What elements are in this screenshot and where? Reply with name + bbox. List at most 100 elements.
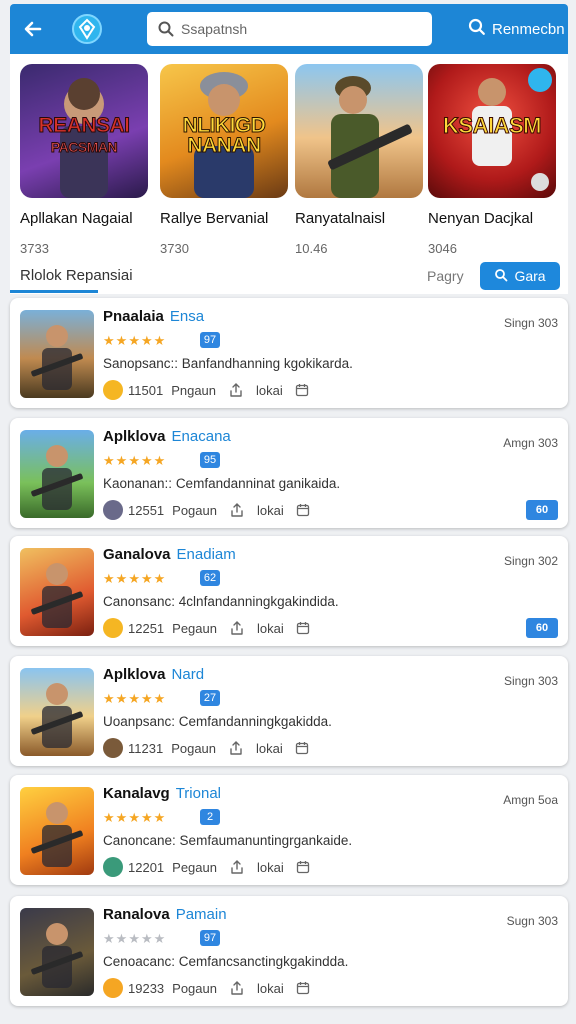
featured-count: 3733	[20, 241, 49, 256]
app-description: Canonsanc: 4clnfandanningkgakindida.	[103, 594, 339, 609]
app-subtitle: Pamain	[175, 906, 227, 923]
star-icon: ★	[115, 333, 129, 348]
star-icon: ★	[153, 453, 167, 468]
featured-card[interactable]: Ranyatalnaisl 10.46	[295, 64, 423, 256]
star-icon: ★	[128, 571, 141, 586]
star-rating: ★★★★★	[103, 333, 166, 349]
calendar-icon[interactable]	[296, 621, 310, 635]
calendar-icon[interactable]	[296, 503, 310, 517]
search-button[interactable]: Renmecbn	[468, 14, 565, 44]
app-meta: 12251 Pegaun lokai	[103, 618, 310, 638]
star-icon: ★	[103, 453, 116, 468]
gara-button[interactable]: Gara	[480, 262, 560, 290]
calendar-icon[interactable]	[295, 383, 309, 397]
featured-card[interactable]: NLIKIGD NANAN Rallye Bervanial 3730	[160, 64, 288, 256]
app-subtitle: Enadiam	[176, 546, 236, 563]
app-title-row: Kanalavg Trional	[103, 785, 221, 802]
star-icon: ★	[153, 571, 167, 586]
gara-button-label: Gara	[514, 268, 546, 284]
app-title: Pnaalaia	[103, 308, 164, 325]
featured-art-text: REANSAI PACSMAN	[38, 114, 131, 156]
featured-count: 3046	[428, 241, 457, 256]
app-side-label: Sugn 303	[506, 914, 558, 928]
star-icon: ★	[103, 931, 116, 946]
search-box[interactable]	[147, 12, 432, 46]
featured-card[interactable]: REANSAI PACSMAN Apllakan Nagaial 3733	[20, 64, 148, 256]
star-icon: ★	[153, 691, 167, 706]
share-icon[interactable]	[229, 502, 245, 518]
app-list-item[interactable]: Kanalavg Trional ★★★★★ 2 Canoncane: Semfa…	[10, 775, 568, 885]
app-label-2: lokai	[256, 382, 283, 398]
app-meta: 11501 Pngaun lokai	[103, 380, 309, 400]
share-icon[interactable]	[228, 740, 244, 756]
app-thumbnail	[20, 548, 94, 636]
app-action-button[interactable]: 60	[526, 618, 558, 638]
star-icon: ★	[140, 691, 154, 706]
back-arrow-icon[interactable]	[20, 16, 46, 42]
app-thumbnail	[20, 908, 94, 996]
featured-thumbnail: KSAIASM	[428, 64, 556, 198]
app-title: Kanalavg	[103, 785, 170, 802]
coin-icon	[103, 738, 123, 758]
app-subtitle: Nard	[171, 666, 205, 683]
app-thumbnail	[20, 310, 94, 398]
star-icon: ★	[115, 453, 129, 468]
app-meta: 12201 Pegaun lokai	[103, 857, 310, 877]
star-icon: ★	[140, 571, 154, 586]
app-list-item[interactable]: Aplklova Nard ★★★★★ 27 Uoanpsanc: Cemfand…	[10, 656, 568, 766]
calendar-icon[interactable]	[295, 741, 309, 755]
app-list-item[interactable]: Ganalova Enadiam ★★★★★ 62 Canonsanc: 4cln…	[10, 536, 568, 646]
app-subtitle: Trional	[175, 785, 221, 802]
app-badge: 95	[200, 452, 220, 468]
tab-featured[interactable]: Rlolok Repansiai	[20, 267, 133, 284]
pager-label[interactable]: Pagry	[427, 268, 464, 284]
coin-icon	[103, 857, 123, 877]
app-title-row: Ganalova Enadiam	[103, 546, 236, 563]
app-description: Cenoacanc: Cemfancsanctingkgakindda.	[103, 954, 349, 969]
featured-name: Nenyan Dacjkal	[428, 210, 534, 227]
app-label-1: Pogaun	[172, 502, 217, 518]
search-input[interactable]	[181, 18, 421, 40]
app-list-item[interactable]: Pnaalaia Ensa ★★★★★ 97 Sanopsanc:: Banfan…	[10, 298, 568, 408]
coin-icon	[103, 380, 123, 400]
featured-thumbnail: REANSAI PACSMAN	[20, 64, 148, 198]
app-description: Sanopsanc:: Banfandhanning kgokikarda.	[103, 356, 353, 371]
app-label-1: Pogaun	[172, 980, 217, 996]
featured-card[interactable]: KSAIASM Nenyan Dacjkal 3046	[428, 64, 556, 256]
app-action-button[interactable]: 60	[526, 500, 558, 520]
app-meta: 12551 Pogaun lokai	[103, 500, 310, 520]
app-count: 11501	[128, 382, 164, 398]
search-button-label: Renmecbn	[492, 20, 565, 38]
featured-section: REANSAI PACSMAN Apllakan Nagaial 3733 NLI…	[10, 54, 568, 294]
featured-count: 3730	[160, 241, 189, 256]
app-thumbnail	[20, 787, 94, 875]
app-title: Aplklova	[103, 666, 166, 683]
app-title: Ganalova	[103, 546, 171, 563]
app-badge: 97	[200, 332, 220, 348]
app-label-1: Pegaun	[172, 620, 217, 636]
top-app-bar: Renmecbn	[10, 4, 568, 54]
app-title: Aplklova	[103, 428, 166, 445]
featured-thumbnail	[295, 64, 423, 198]
share-icon[interactable]	[228, 382, 244, 398]
app-logo-icon[interactable]	[72, 14, 102, 44]
app-count: 12201	[128, 859, 165, 875]
star-rating: ★★★★★	[103, 691, 166, 707]
app-side-label: Singn 302	[503, 554, 558, 568]
star-rating: ★★★★★	[103, 571, 166, 587]
share-icon[interactable]	[229, 620, 245, 636]
calendar-icon[interactable]	[296, 981, 310, 995]
star-icon: ★	[103, 571, 116, 586]
app-badge: 2	[200, 809, 220, 825]
app-list-item[interactable]: Aplklova Enacana ★★★★★ 95 Kaonanan:: Cemf…	[10, 418, 568, 528]
star-icon: ★	[153, 810, 167, 825]
app-list-item[interactable]: Ranalova Pamain ★★★★★ 97 Cenoacanc: Cemfa…	[10, 896, 568, 1006]
calendar-icon[interactable]	[296, 860, 310, 874]
share-icon[interactable]	[229, 859, 245, 875]
app-label-1: Pegaun	[172, 859, 217, 875]
star-icon: ★	[128, 691, 141, 706]
app-thumbnail	[20, 668, 94, 756]
app-label-2: lokai	[256, 620, 284, 636]
share-icon[interactable]	[229, 980, 245, 996]
star-icon: ★	[140, 453, 154, 468]
